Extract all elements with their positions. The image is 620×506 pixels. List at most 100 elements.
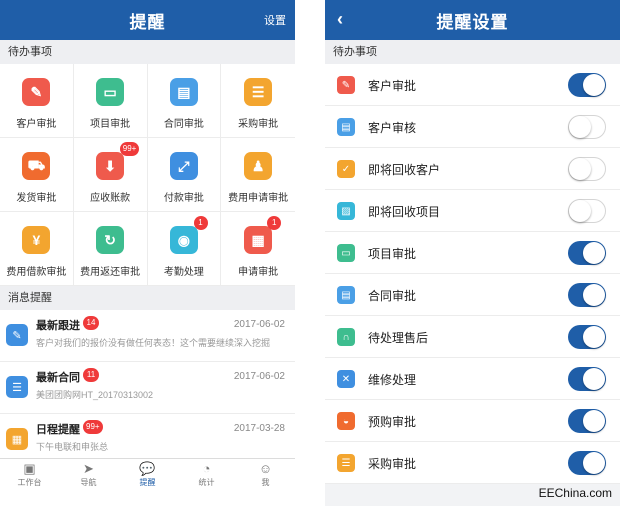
grid-item[interactable]: ⬇ 应收账款 99+ <box>73 138 148 212</box>
grid-item[interactable]: ✎ 客户审批 <box>0 64 74 138</box>
checklist-icon: ☰ <box>244 78 273 106</box>
toggle-knob <box>583 452 605 474</box>
grid-item-label: 费用返还审批 <box>80 267 141 278</box>
toggle-switch[interactable] <box>568 451 606 475</box>
grid-item[interactable]: ¥ 费用借款审批 <box>0 212 74 286</box>
settings-row: ✕ 维修处理 <box>325 358 620 400</box>
settings-row-label: 待处理售后 <box>368 331 429 345</box>
tab-label: 提醒 <box>139 477 156 487</box>
id-card-icon: ▤ <box>337 118 355 136</box>
todo-section-label: 待办事项 <box>0 40 295 64</box>
basket-icon: ◒ <box>337 412 355 430</box>
message-date: 2017-03-28 <box>233 423 285 434</box>
document-icon: ▤ <box>169 78 198 106</box>
toggle-knob <box>569 200 591 222</box>
settings-row-label: 即将回收客户 <box>368 163 441 177</box>
message-date: 2017-06-02 <box>233 371 285 382</box>
toggle-knob <box>583 284 605 306</box>
settings-row-label: 项目审批 <box>368 247 417 261</box>
checklist-icon: ☰ <box>337 454 355 472</box>
toggle-switch[interactable] <box>568 157 606 181</box>
location-pin-icon: ◉ <box>169 226 198 254</box>
truck-icon: ⛟ <box>22 152 51 180</box>
toggle-switch[interactable] <box>568 199 606 223</box>
top-bar: ‹ 提醒设置 <box>325 0 620 40</box>
edit-icon: ✎ <box>6 324 28 346</box>
toggle-switch[interactable] <box>568 115 606 139</box>
grid-item-label: 发货审批 <box>16 193 57 204</box>
toggle-switch[interactable] <box>568 367 606 391</box>
settings-link[interactable]: 设置 <box>264 12 286 28</box>
grid-item-label: 合同审批 <box>163 119 204 130</box>
settings-row-label: 采购审批 <box>368 457 417 471</box>
message-item[interactable]: ✎ 最新跟进 14 2017-06-02 客户对我们的报价没有做任何表态！这个需要继续深… <box>0 310 295 362</box>
user-approve-icon: ✎ <box>22 78 51 106</box>
tab-workbench[interactable]: ▣ 工作台 <box>0 459 59 490</box>
reminder-screen: 提醒 设置 待办事项 ✎ 客户审批 ▭ 项目审批 ▤ 合同审批 ☰ 采购审批 ⛟ 发货审批 ⬇ 应收账… <box>0 0 295 490</box>
grid-item-label: 采购审批 <box>238 119 279 130</box>
count-badge: 11 <box>83 368 99 382</box>
message-section-label: 消息提醒 <box>0 286 295 310</box>
settings-list: ✎ 客户审批 ▤ 客户审核 ✓ 即将回收客户 ▨ 即将回收项目 ▭ 项目审批 ▤ 合同审批 ∩ 待处理售后… <box>325 64 620 484</box>
toggle-knob <box>583 74 605 96</box>
message-item[interactable]: ☰ 最新合同 11 2017-06-02 美团团购网HT_20170313002 <box>0 362 295 414</box>
settings-row: ▨ 即将回收项目 <box>325 190 620 232</box>
user-approve-icon: ✎ <box>337 76 355 94</box>
grid-item-label: 项目审批 <box>90 119 131 130</box>
toggle-knob <box>583 410 605 432</box>
image-icon: ▨ <box>337 202 355 220</box>
grid-item[interactable]: ▤ 合同审批 <box>147 64 222 138</box>
settings-row: ▤ 合同审批 <box>325 274 620 316</box>
message-list: ✎ 最新跟进 14 2017-06-02 客户对我们的报价没有做任何表态！这个需要继续深… <box>0 310 295 466</box>
grid-item[interactable]: ⛟ 发货审批 <box>0 138 74 212</box>
grid-item[interactable]: ☰ 采购审批 <box>221 64 295 138</box>
count-badge: 1 <box>267 216 282 230</box>
grid-item-label: 费用借款审批 <box>6 267 67 278</box>
toggle-switch[interactable] <box>568 409 606 433</box>
tab-chat-bubble[interactable]: 💬 提醒 <box>118 459 177 490</box>
todo-grid: ✎ 客户审批 ▭ 项目审批 ▤ 合同审批 ☰ 采购审批 ⛟ 发货审批 ⬇ 应收账款 99+ ⤢ 付款审批 ♟ 费… <box>0 64 295 286</box>
page-title: 提醒设置 <box>436 12 509 32</box>
hand-coin-icon: ¥ <box>22 226 51 254</box>
toggle-knob <box>569 116 591 138</box>
settings-row-label: 维修处理 <box>368 373 417 387</box>
tab-smile[interactable]: ☺ 我 <box>236 459 295 490</box>
refund-icon: ↻ <box>96 226 125 254</box>
grid-item[interactable]: ◉ 考勤处理 1 <box>147 212 222 286</box>
watermark: EEChina.com <box>538 486 612 500</box>
toggle-switch[interactable] <box>568 73 606 97</box>
grid-item[interactable]: ⤢ 付款审批 <box>147 138 222 212</box>
calendar-icon: ▦ <box>6 428 28 450</box>
message-preview: 客户对我们的报价没有做任何表态！这个需要继续深入挖掘 <box>36 338 271 348</box>
tray-icon: ▭ <box>337 244 355 262</box>
recycle-user-icon: ✓ <box>337 160 355 178</box>
tab-label: 导航 <box>80 477 97 487</box>
tray-icon: ▭ <box>96 78 125 106</box>
settings-row: ✎ 客户审批 <box>325 64 620 106</box>
settings-row-label: 即将回收项目 <box>368 205 441 219</box>
workbench-icon: ▣ <box>23 460 36 476</box>
grid-item[interactable]: ▭ 项目审批 <box>73 64 148 138</box>
back-arrow-icon[interactable]: ‹ <box>337 9 343 30</box>
settings-row: ✓ 即将回收客户 <box>325 148 620 190</box>
message-preview: 下午电联和申张总 <box>36 442 109 452</box>
toggle-switch[interactable] <box>568 325 606 349</box>
count-badge: 99+ <box>83 420 103 434</box>
toggle-switch[interactable] <box>568 241 606 265</box>
grid-item[interactable]: ♟ 费用申请审批 <box>221 138 295 212</box>
document-icon: ▤ <box>337 286 355 304</box>
reminder-settings-screen: ‹ 提醒设置 待办事项 ✎ 客户审批 ▤ 客户审核 ✓ 即将回收客户 ▨ 即将回收项目 ▭ 项目审… <box>325 0 620 506</box>
settings-row: ☰ 采购审批 <box>325 442 620 484</box>
settings-row: ▤ 客户审核 <box>325 106 620 148</box>
tab-navigation[interactable]: ➤ 导航 <box>59 459 118 490</box>
message-title: 日程提醒 <box>36 424 80 436</box>
toggle-switch[interactable] <box>568 283 606 307</box>
message-preview: 美团团购网HT_20170313002 <box>36 390 154 400</box>
contract-list-icon: ☰ <box>6 376 28 398</box>
tab-label: 我 <box>261 477 270 487</box>
smile-icon: ☺ <box>258 460 273 476</box>
tab-pie-chart[interactable]: ◔ 统计 <box>177 459 236 490</box>
grid-item[interactable]: ▦ 申请审批 1 <box>221 212 295 286</box>
grid-item[interactable]: ↻ 费用返还审批 <box>73 212 148 286</box>
download-icon: ⬇ <box>96 152 125 180</box>
